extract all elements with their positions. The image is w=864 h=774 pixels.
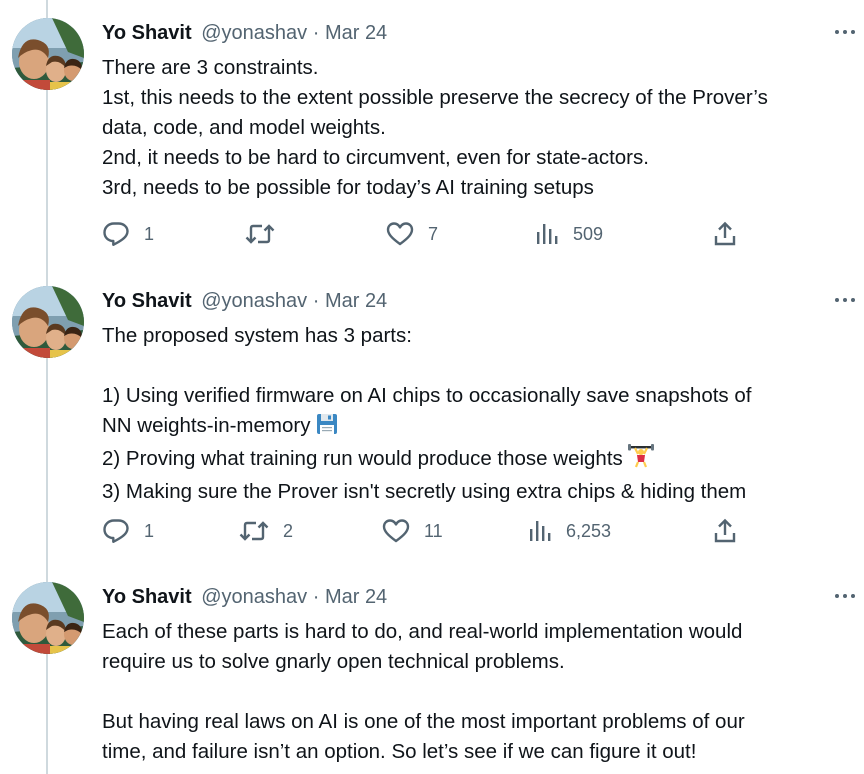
- tweet-text-line: 3rd, needs to be possible for today’s AI…: [102, 176, 594, 199]
- tweet-text-line: 1) Using verified firmware on AI chips t…: [102, 384, 752, 407]
- reply-icon: [103, 519, 129, 543]
- more-options-icon[interactable]: [834, 20, 856, 44]
- author-name[interactable]: Yo Shavit: [102, 290, 192, 312]
- share-icon: [714, 518, 736, 543]
- reply-button[interactable]: 1: [102, 219, 154, 249]
- avatar[interactable]: [12, 286, 84, 358]
- share-icon: [714, 221, 736, 246]
- views-button[interactable]: 509: [535, 219, 603, 249]
- tweet-text-span: 2) Proving what training run would produ…: [102, 447, 623, 470]
- tweet-date[interactable]: Mar 24: [325, 586, 387, 608]
- tweet-thread: Yo Shavit @yonashav · Mar 24 There are 3…: [0, 0, 864, 774]
- heart-icon: [382, 519, 410, 543]
- retweet-count: 2: [283, 520, 294, 541]
- share-button[interactable]: [713, 516, 737, 546]
- tweet-text: There are 3 constraints. 1st, this needs…: [102, 53, 852, 203]
- author-name[interactable]: Yo Shavit: [102, 22, 192, 44]
- like-count: 11: [424, 520, 443, 541]
- tweet-header: Yo Shavit @yonashav · Mar 24: [102, 288, 387, 314]
- tweet-text-line: require us to solve gnarly open technica…: [102, 650, 565, 673]
- views-button[interactable]: 6,253: [528, 516, 611, 546]
- tweet[interactable]: Yo Shavit @yonashav · Mar 24 The propose…: [0, 268, 864, 564]
- author-handle[interactable]: @yonashav: [201, 22, 307, 44]
- tweet-text: Each of these parts is hard to do, and r…: [102, 617, 852, 767]
- reply-count: 1: [144, 520, 155, 541]
- separator-dot: ·: [312, 22, 320, 44]
- separator-dot: ·: [312, 290, 320, 312]
- tweet-text-line: Each of these parts is hard to do, and r…: [102, 620, 743, 643]
- retweet-icon: [245, 224, 275, 244]
- tweet-text-line: 1st, this needs to the extent possible p…: [102, 86, 768, 109]
- views-icon: [530, 521, 551, 541]
- retweet-icon: [239, 521, 269, 541]
- retweet-button[interactable]: [245, 219, 275, 249]
- author-handle[interactable]: @yonashav: [201, 290, 307, 312]
- tweet-text-line: But having real laws on AI is one of the…: [102, 710, 745, 733]
- tweet-date[interactable]: Mar 24: [325, 290, 387, 312]
- share-button[interactable]: [713, 219, 737, 249]
- tweet-text-line: time, and failure isn’t an option. So le…: [102, 740, 697, 763]
- tweet-text: The proposed system has 3 parts: 1) Usin…: [102, 321, 852, 507]
- like-count: 7: [428, 223, 439, 244]
- like-button[interactable]: 7: [386, 219, 438, 249]
- tweet[interactable]: Yo Shavit @yonashav · Mar 24 Each of the…: [0, 564, 864, 774]
- avatar[interactable]: [12, 582, 84, 654]
- tweet-text-span: NN weights-in-memory: [102, 414, 311, 437]
- tweet-date[interactable]: Mar 24: [325, 22, 387, 44]
- tweet-text-line: 2) Proving what training run would produ…: [102, 444, 852, 477]
- weightlifter-emoji: [628, 444, 655, 477]
- tweet-text-line: There are 3 constraints.: [102, 56, 319, 79]
- tweet[interactable]: Yo Shavit @yonashav · Mar 24 There are 3…: [0, 0, 864, 268]
- tweet-text-line: NN weights-in-memory: [102, 411, 852, 444]
- reply-button[interactable]: 1: [102, 516, 154, 546]
- tweet-actions: 1 2 11 6,253: [102, 516, 842, 546]
- heart-icon: [386, 222, 414, 246]
- like-button[interactable]: 11: [382, 516, 443, 546]
- views-icon: [537, 224, 558, 244]
- reply-icon: [103, 222, 129, 246]
- tweet-text-line: data, code, and model weights.: [102, 116, 386, 139]
- tweet-text-line: [102, 351, 852, 381]
- floppy-disk-emoji: [316, 413, 338, 444]
- separator-dot: ·: [312, 586, 320, 608]
- more-options-icon[interactable]: [834, 584, 856, 608]
- tweet-actions: 1 7 509: [102, 219, 842, 249]
- avatar[interactable]: [12, 18, 84, 90]
- views-count: 6,253: [566, 520, 612, 541]
- views-count: 509: [573, 223, 604, 244]
- author-name[interactable]: Yo Shavit: [102, 586, 192, 608]
- tweet-text-line: 2nd, it needs to be hard to circumvent, …: [102, 146, 649, 169]
- more-options-icon[interactable]: [834, 288, 856, 312]
- tweet-text-line: The proposed system has 3 parts:: [102, 324, 412, 347]
- retweet-button[interactable]: 2: [239, 516, 293, 546]
- tweet-header: Yo Shavit @yonashav · Mar 24: [102, 584, 387, 610]
- tweet-text-line: 3) Making sure the Prover isn't secretly…: [102, 480, 747, 503]
- tweet-header: Yo Shavit @yonashav · Mar 24: [102, 20, 387, 46]
- tweet-text-line: [102, 677, 852, 707]
- reply-count: 1: [144, 223, 155, 244]
- author-handle[interactable]: @yonashav: [201, 586, 307, 608]
